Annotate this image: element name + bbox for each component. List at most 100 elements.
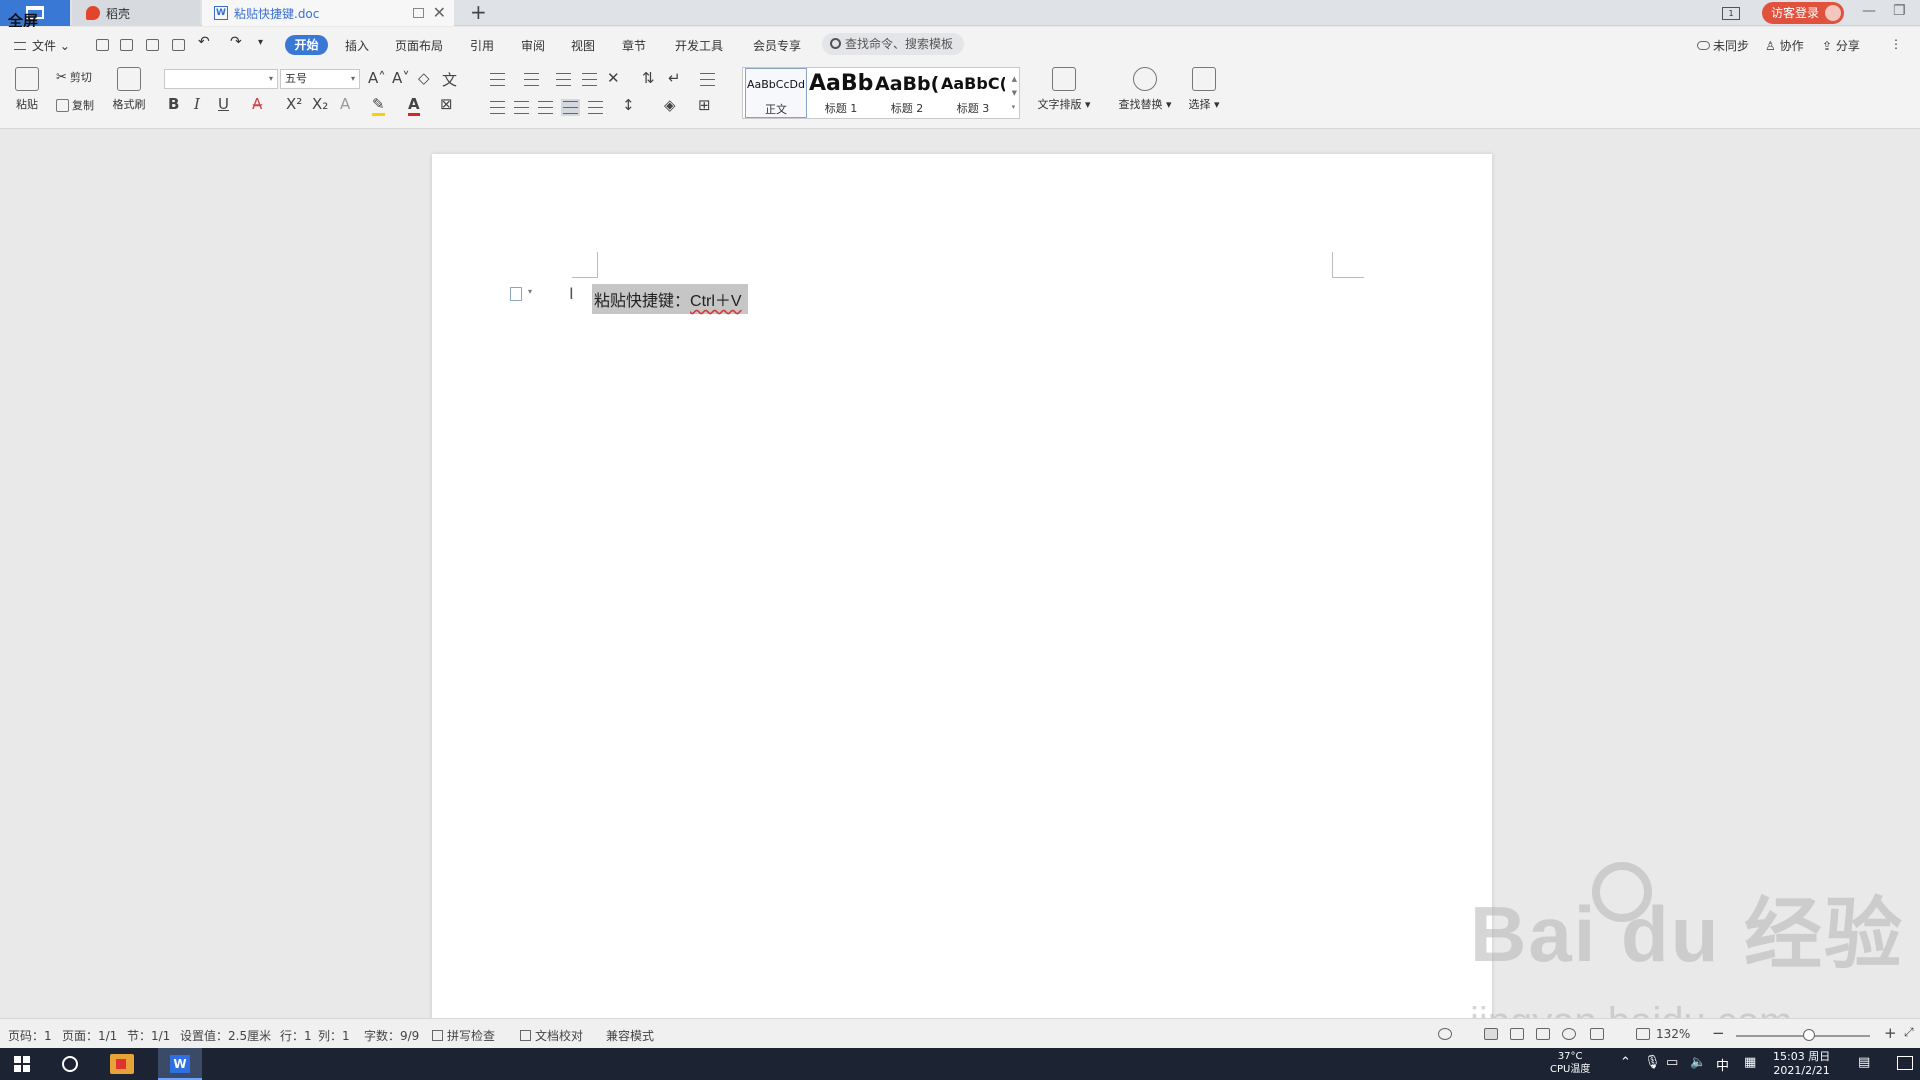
clear-format-icon[interactable]: ◇ bbox=[418, 69, 430, 87]
taskbar-app-icon[interactable] bbox=[110, 1054, 134, 1074]
menu-tab-insert[interactable]: 插入 bbox=[345, 37, 369, 54]
customize-quick-access-icon[interactable]: ▾ bbox=[258, 37, 263, 48]
home-tab[interactable]: 全屏 bbox=[0, 0, 70, 30]
undo-icon[interactable]: ↶ bbox=[198, 34, 210, 50]
save-icon[interactable] bbox=[96, 39, 109, 51]
zoom-out-button[interactable]: − bbox=[1712, 1024, 1725, 1042]
menu-tab-chapter[interactable]: 章节 bbox=[622, 37, 646, 54]
align-center-icon[interactable] bbox=[514, 101, 529, 114]
increase-indent-icon[interactable] bbox=[582, 73, 597, 86]
table-tools-icon[interactable] bbox=[700, 73, 715, 86]
line-spacing-icon[interactable]: ↕ bbox=[622, 96, 635, 114]
notification-icon[interactable] bbox=[1897, 1056, 1913, 1070]
align-left-icon[interactable] bbox=[490, 101, 505, 114]
status-word-count[interactable]: 字数：9/9 bbox=[364, 1027, 419, 1044]
output-pdf-icon[interactable] bbox=[120, 39, 133, 51]
menu-tab-developer[interactable]: 开发工具 bbox=[675, 37, 723, 54]
show-marks-icon[interactable]: ↵ bbox=[668, 69, 681, 87]
fit-page-icon[interactable] bbox=[1636, 1028, 1650, 1040]
ime-indicator[interactable]: 中 bbox=[1716, 1055, 1729, 1074]
command-search-input[interactable]: 查找命令、搜索模板 bbox=[822, 33, 964, 55]
collaborate-button[interactable]: ♙ 协作 bbox=[1765, 37, 1804, 54]
spell-check-toggle[interactable]: 拼写检查 bbox=[432, 1027, 495, 1044]
bold-button[interactable]: B bbox=[168, 95, 179, 113]
zoom-in-button[interactable]: + bbox=[1884, 1024, 1897, 1042]
strikethrough-icon[interactable]: A̶ bbox=[252, 95, 262, 113]
zoom-level[interactable]: 132% bbox=[1656, 1027, 1690, 1041]
format-painter-button[interactable]: 格式刷 bbox=[108, 67, 150, 112]
close-tab-icon[interactable]: ✕ bbox=[433, 3, 446, 22]
float-window-icon[interactable] bbox=[413, 8, 424, 18]
font-size-select[interactable]: 五号 ▾ bbox=[280, 69, 360, 89]
chevron-down-icon[interactable]: ▾ bbox=[528, 287, 532, 296]
status-page-number[interactable]: 页码：1 bbox=[8, 1027, 52, 1044]
shading-icon[interactable]: ◈ bbox=[664, 96, 676, 114]
restore-icon[interactable]: ❐ bbox=[1893, 3, 1906, 19]
more-options-icon[interactable]: ⋮ bbox=[1890, 37, 1902, 51]
sort-icon[interactable]: ⇅ bbox=[642, 69, 655, 87]
subscript-icon[interactable]: X₂ bbox=[312, 95, 328, 113]
select-button[interactable]: 选择 ▾ bbox=[1184, 67, 1224, 112]
eye-protection-icon[interactable] bbox=[1438, 1028, 1452, 1040]
paragraph-layout-icon[interactable] bbox=[510, 287, 522, 301]
tab-document[interactable]: W 粘贴快捷键.doc ✕ bbox=[202, 0, 454, 26]
highlight-icon[interactable]: ✎ bbox=[372, 95, 385, 116]
menu-tab-home[interactable]: 开始 bbox=[285, 35, 328, 55]
menu-file[interactable]: 文件 ⌄ bbox=[14, 37, 70, 54]
distribute-icon[interactable] bbox=[588, 101, 603, 114]
login-button[interactable]: 访客登录 bbox=[1762, 2, 1844, 24]
cortana-icon[interactable] bbox=[62, 1056, 78, 1072]
fullscreen-icon[interactable]: ⤢ bbox=[1904, 1025, 1914, 1040]
share-button[interactable]: ⇪ 分享 bbox=[1822, 37, 1860, 54]
style-heading-2[interactable]: AaBb( 标题 2 bbox=[875, 68, 939, 118]
microphone-icon[interactable]: 🎙 bbox=[1644, 1055, 1661, 1070]
tab-daoke[interactable]: 稻壳 bbox=[72, 0, 200, 26]
network-icon[interactable]: ▭ bbox=[1666, 1055, 1678, 1070]
action-center-icon[interactable]: ▤ bbox=[1858, 1055, 1870, 1070]
text-effect-icon[interactable]: A bbox=[340, 95, 350, 113]
sync-status[interactable]: 未同步 bbox=[1697, 37, 1749, 54]
shrink-font-icon[interactable]: A˅ bbox=[392, 69, 410, 87]
web-view-icon[interactable] bbox=[1562, 1028, 1576, 1040]
justify-icon[interactable] bbox=[561, 99, 580, 116]
numbered-list-icon[interactable] bbox=[524, 73, 539, 86]
style-heading-1[interactable]: AaBb 标题 1 bbox=[809, 68, 873, 118]
read-view-icon[interactable] bbox=[1536, 1028, 1550, 1040]
align-right-icon[interactable] bbox=[538, 101, 553, 114]
new-tab-button[interactable]: + bbox=[470, 0, 487, 24]
paste-button[interactable]: 粘贴 bbox=[10, 67, 44, 112]
document-page[interactable]: ▾ I 粘贴快捷键：Ctrl＋V bbox=[432, 154, 1492, 1024]
cpu-temp-widget[interactable]: 37°C CPU温度 bbox=[1550, 1050, 1590, 1076]
chinese-layout-icon[interactable]: ✕ bbox=[607, 69, 620, 87]
grow-font-icon[interactable]: A˄ bbox=[368, 69, 386, 87]
volume-icon[interactable]: 🔈 bbox=[1690, 1055, 1706, 1070]
menu-tab-page-layout[interactable]: 页面布局 bbox=[395, 37, 443, 54]
zoom-slider-handle[interactable] bbox=[1803, 1029, 1815, 1041]
page-view-icon[interactable] bbox=[1484, 1028, 1498, 1040]
borders-icon[interactable]: ⊞ bbox=[698, 96, 711, 114]
outline-view-icon[interactable] bbox=[1510, 1028, 1524, 1040]
windows-start-icon[interactable] bbox=[14, 1056, 30, 1072]
selected-paragraph-text[interactable]: 粘贴快捷键：Ctrl＋V bbox=[592, 284, 748, 314]
write-mode-icon[interactable] bbox=[1590, 1028, 1604, 1040]
font-name-select[interactable]: ▾ bbox=[164, 69, 278, 89]
panel-toggle-button[interactable]: 1 bbox=[1722, 0, 1742, 26]
copy-button[interactable]: 复制 bbox=[56, 97, 94, 113]
style-normal[interactable]: AaBbCcDd 正文 bbox=[745, 68, 807, 118]
menu-tab-review[interactable]: 审阅 bbox=[521, 37, 545, 54]
status-position[interactable]: 设置值：2.5厘米 bbox=[180, 1027, 271, 1044]
font-color-button[interactable]: A bbox=[408, 95, 420, 116]
menu-tab-view[interactable]: 视图 bbox=[571, 37, 595, 54]
character-border-icon[interactable]: ⊠ bbox=[440, 95, 453, 113]
minimize-icon[interactable]: — bbox=[1862, 3, 1876, 19]
text-layout-button[interactable]: 文字排版 ▾ bbox=[1036, 67, 1092, 112]
status-page-count[interactable]: 页面：1/1 bbox=[62, 1027, 117, 1044]
menu-tab-membership[interactable]: 会员专享 bbox=[753, 37, 801, 54]
taskbar-wps-writer-icon[interactable]: W bbox=[158, 1048, 202, 1080]
cut-button[interactable]: ✂ 剪切 bbox=[56, 69, 92, 85]
keyboard-layout-icon[interactable]: ▦ bbox=[1744, 1055, 1756, 1070]
tray-expand-icon[interactable]: ⌃ bbox=[1620, 1055, 1631, 1070]
style-heading-3[interactable]: AaBbC( 标题 3 bbox=[941, 68, 1005, 118]
underline-button[interactable]: U bbox=[218, 95, 229, 113]
redo-icon[interactable]: ↷ bbox=[230, 34, 242, 50]
